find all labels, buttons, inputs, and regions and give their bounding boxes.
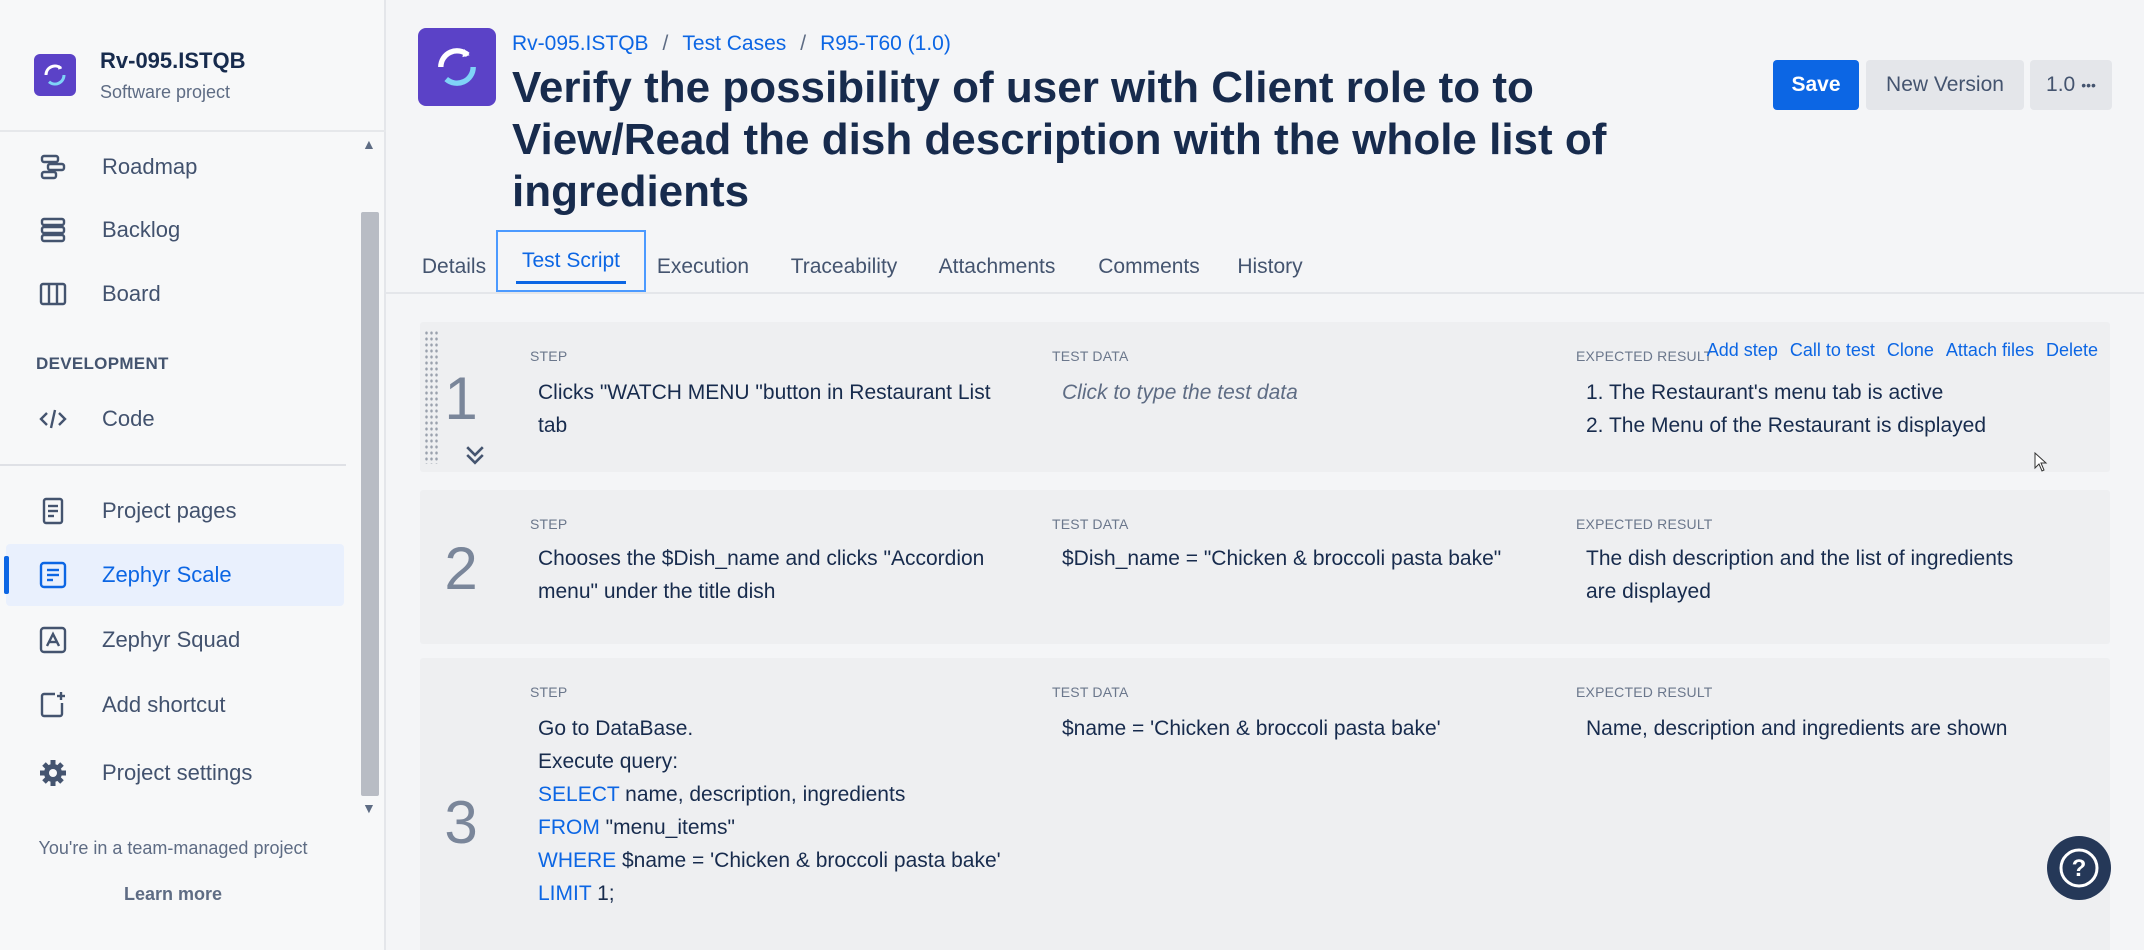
more-icon: ••• (2081, 77, 2096, 93)
add-shortcut-icon (36, 688, 70, 722)
sql-keyword: LIMIT (538, 882, 592, 905)
sql-keyword: WHERE (538, 849, 617, 872)
sidebar-item-label: Add shortcut (102, 692, 226, 717)
step-description[interactable]: Clicks "WATCH MENU "button in Restaurant… (538, 376, 1038, 442)
help-icon: ? (2059, 848, 2099, 888)
version-menu-button[interactable]: 1.0 ••• (2030, 60, 2112, 110)
scrollbar-thumb[interactable] (361, 212, 379, 796)
project-name: Rv-095.ISTQB (100, 48, 246, 73)
team-managed-note: You're in a team-managed project (38, 838, 308, 858)
mouse-cursor-icon (2034, 452, 2048, 472)
tab-comments[interactable]: Comments (1086, 240, 1212, 294)
learn-more-link[interactable]: Learn more (0, 884, 346, 905)
sql-keyword: FROM (538, 816, 600, 839)
backlog-icon (36, 213, 70, 247)
save-button[interactable]: Save (1773, 60, 1859, 110)
sidebar-item-label: Zephyr Squad (102, 627, 241, 652)
test-step[interactable]: 2 STEP TEST DATA EXPECTED RESULT Chooses… (420, 490, 2110, 644)
sidebar-item-backlog[interactable]: Backlog (6, 199, 344, 261)
sidebar-item-label: Project settings (102, 760, 253, 785)
svg-text:?: ? (2072, 855, 2087, 882)
breadcrumb: Rv-095.ISTQB / Test Cases / R95-T60 (1.0… (512, 32, 951, 56)
new-version-button[interactable]: New Version (1866, 60, 2024, 110)
project-header[interactable]: Rv-095.ISTQB Software project (0, 0, 386, 132)
breadcrumb-test-case-key[interactable]: R95-T60 (1.0) (820, 32, 951, 56)
help-button[interactable]: ? (2047, 836, 2111, 900)
column-header-step: STEP (530, 516, 568, 532)
project-logo-icon (34, 54, 76, 96)
test-data-field[interactable]: Click to type the test data (1062, 376, 1298, 409)
scroll-down-icon[interactable]: ▼ (362, 800, 376, 816)
main-content: Rv-095.ISTQB / Test Cases / R95-T60 (1.0… (386, 0, 2144, 950)
sidebar-item-label: Project pages (102, 498, 237, 523)
column-header-step: STEP (530, 684, 568, 700)
sidebar-item-label: Zephyr Scale (102, 562, 232, 587)
test-step[interactable]: 3 STEP TEST DATA EXPECTED RESULT Go to D… (420, 658, 2110, 950)
sidebar: Rv-095.ISTQB Software project Roadmap Ba… (0, 0, 386, 950)
sidebar-item-board[interactable]: Board (6, 263, 344, 325)
step-description[interactable]: Go to DataBase. Execute query: SELECT na… (538, 712, 1058, 910)
nav-divider (0, 464, 346, 466)
attach-files-link[interactable]: Attach files (1946, 340, 2034, 361)
column-header-expected: EXPECTED RESULT (1576, 516, 1713, 532)
tab-traceability[interactable]: Traceability (782, 240, 906, 294)
sql-keyword: SELECT (538, 783, 620, 806)
collapse-chevron-icon[interactable] (462, 442, 488, 468)
sidebar-item-project-pages[interactable]: Project pages (6, 480, 344, 542)
test-data-field[interactable]: $Dish_name = "Chicken & broccoli pasta b… (1062, 542, 1501, 575)
breadcrumb-test-cases[interactable]: Test Cases (682, 32, 786, 56)
project-pages-icon (36, 494, 70, 528)
sidebar-item-label: Code (102, 406, 155, 431)
delete-link[interactable]: Delete (2046, 340, 2098, 361)
sidebar-item-roadmap[interactable]: Roadmap (6, 136, 344, 198)
zephyr-squad-icon (36, 623, 70, 657)
project-type: Software project (100, 82, 231, 102)
sidebar-item-label: Backlog (102, 217, 181, 242)
page-title[interactable]: Verify the possibility of user with Clie… (512, 62, 1672, 218)
roadmap-icon (36, 150, 70, 184)
expected-result[interactable]: Name, description and ingredients are sh… (1586, 712, 2096, 745)
board-icon (36, 277, 70, 311)
column-header-test-data: TEST DATA (1052, 348, 1129, 364)
step-number: 2 (444, 535, 478, 602)
tab-bar: Details Test Script Execution Traceabili… (386, 230, 2144, 294)
test-case-logo-icon (418, 28, 496, 106)
scroll-up-icon[interactable]: ▲ (362, 136, 376, 152)
column-header-expected: EXPECTED RESULT (1576, 684, 1713, 700)
tab-history[interactable]: History (1222, 240, 1318, 294)
gear-icon (36, 756, 70, 790)
tab-execution[interactable]: Execution (650, 240, 756, 294)
zephyr-scale-icon (36, 558, 70, 592)
test-data-field[interactable]: $name = 'Chicken & broccoli pasta bake' (1062, 712, 1441, 745)
tab-test-script[interactable]: Test Script (496, 230, 646, 292)
column-header-test-data: TEST DATA (1052, 516, 1129, 532)
code-icon (36, 402, 70, 436)
breadcrumb-project[interactable]: Rv-095.ISTQB (512, 32, 649, 56)
sidebar-item-label: Board (102, 281, 161, 306)
add-step-link[interactable]: Add step (1707, 340, 1778, 361)
tab-attachments[interactable]: Attachments (926, 240, 1068, 294)
sidebar-item-zephyr-scale[interactable]: Zephyr Scale (4, 544, 344, 606)
sidebar-item-label: Roadmap (102, 154, 198, 179)
step-description[interactable]: Chooses the $Dish_name and clicks "Accor… (538, 542, 1038, 608)
test-step[interactable]: 1 STEP TEST DATA EXPECTED RESULT Add ste… (420, 322, 2110, 472)
step-number: 3 (444, 789, 478, 856)
clone-link[interactable]: Clone (1887, 340, 1934, 361)
section-development: DEVELOPMENT (36, 354, 169, 373)
tab-details[interactable]: Details (418, 240, 490, 294)
step-number: 1 (444, 365, 478, 432)
step-actions: Add step Call to test Clone Attach files… (1707, 340, 2098, 361)
sidebar-item-add-shortcut[interactable]: Add shortcut (6, 674, 344, 736)
expected-result[interactable]: The dish description and the list of ing… (1586, 542, 2096, 608)
sidebar-item-project-settings[interactable]: Project settings (6, 742, 344, 804)
column-header-test-data: TEST DATA (1052, 684, 1129, 700)
version-label: 1.0 (2046, 73, 2076, 96)
sidebar-item-code[interactable]: Code (6, 388, 344, 450)
sidebar-item-zephyr-squad[interactable]: Zephyr Squad (6, 609, 344, 671)
column-header-step: STEP (530, 348, 568, 364)
expected-result[interactable]: 1. The Restaurant's menu tab is active 2… (1586, 376, 2096, 442)
call-to-test-link[interactable]: Call to test (1790, 340, 1875, 361)
column-header-expected: EXPECTED RESULT (1576, 348, 1713, 364)
